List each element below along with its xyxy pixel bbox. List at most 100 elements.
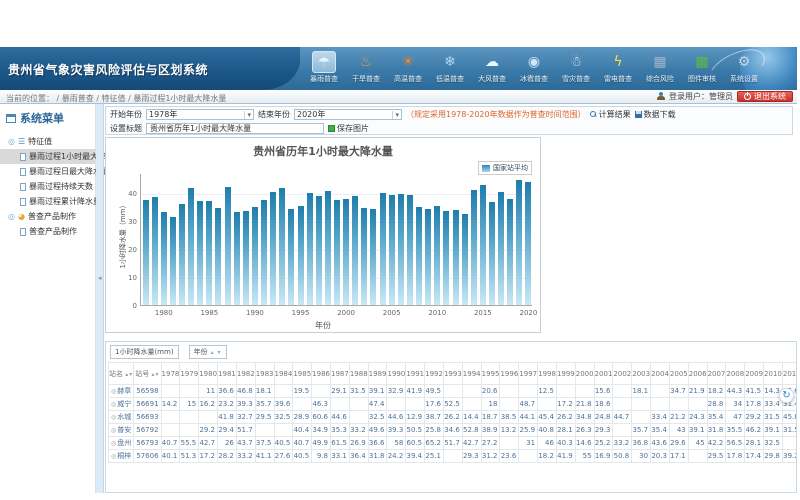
station-name-cell[interactable]: ◎桐梓: [109, 450, 134, 463]
nav-item-雪灾普查[interactable]: ☃雪灾普查: [555, 51, 597, 88]
radio-icon[interactable]: ◎: [111, 453, 116, 460]
col-header-year[interactable]: 2003: [632, 363, 651, 385]
col-header-year[interactable]: 2002: [613, 363, 632, 385]
col-header-year[interactable]: 1992: [425, 363, 444, 385]
col-header-year[interactable]: 1983: [255, 363, 274, 385]
station-name-cell[interactable]: ◎盘州: [109, 437, 134, 450]
col-header-year[interactable]: 1978: [161, 363, 180, 385]
table-row[interactable]: ◎威宁5669114.21516.223.239.335.739.646.347…: [109, 398, 798, 411]
col-header-station-name[interactable]: 站名 ▴▾: [109, 363, 134, 385]
value-cell: [651, 398, 670, 411]
table-row[interactable]: ◎盘州5679340.755.542.72643.737.540.540.749…: [109, 437, 798, 450]
station-name-cell[interactable]: ◎威宁: [109, 398, 134, 411]
col-header-year[interactable]: 1996: [500, 363, 519, 385]
col-header-year[interactable]: 2004: [651, 363, 670, 385]
col-header-year[interactable]: 1991: [406, 363, 425, 385]
calc-result-button[interactable]: 计算结果: [590, 109, 631, 120]
nav-item-图件审核[interactable]: ▩图件审核: [681, 51, 723, 88]
value-cell: 41.9: [406, 385, 425, 398]
collapse-icon[interactable]: ◎: [8, 212, 15, 221]
value-cell: 21.9: [688, 385, 707, 398]
data-download-button[interactable]: 数据下载: [635, 109, 676, 120]
col-header-year[interactable]: 2007: [707, 363, 726, 385]
col-header-year[interactable]: 1998: [538, 363, 557, 385]
col-header-year[interactable]: 2011: [782, 363, 797, 385]
station-name-cell[interactable]: ◎赫章: [109, 385, 134, 398]
radio-icon[interactable]: ◎: [111, 440, 116, 447]
col-header-year[interactable]: 1993: [443, 363, 462, 385]
col-header-year[interactable]: 1984: [274, 363, 293, 385]
col-header-year[interactable]: 1979: [180, 363, 199, 385]
col-header-year[interactable]: 2010: [764, 363, 783, 385]
value-cell: 17.2: [199, 450, 218, 463]
save-image-button[interactable]: 保存图片: [328, 123, 369, 134]
table-row[interactable]: ◎桐梓5760640.151.317.228.233.241.127.640.5…: [109, 450, 798, 463]
table-row[interactable]: ◎水城5669341.832.729.532.528.960.644.632.5…: [109, 411, 798, 424]
chart-bar: [307, 193, 313, 305]
logout-button[interactable]: 退出系统: [737, 91, 793, 102]
radio-icon[interactable]: ◎: [111, 401, 116, 408]
sidebar-item-暴雨过程日最大降水量[interactable]: 暴雨过程日最大降水量: [0, 164, 95, 179]
col-header-year[interactable]: 2006: [688, 363, 707, 385]
sort-icons[interactable]: ▴ ▾: [211, 349, 222, 356]
start-year-select[interactable]: 1978年 ▾: [146, 109, 254, 120]
col-header-year[interactable]: 2000: [575, 363, 594, 385]
nav-item-雷电普查[interactable]: ϟ雷电普查: [597, 51, 639, 88]
sidebar-item-暴雨过程1小时最大降水量[interactable]: 暴雨过程1小时最大降水量: [0, 149, 95, 164]
col-header-year[interactable]: 1995: [481, 363, 500, 385]
col-header-year[interactable]: 1987: [331, 363, 350, 385]
radio-icon[interactable]: ◎: [111, 414, 116, 421]
value-cell: 39.3: [387, 424, 406, 437]
col-header-year[interactable]: 2008: [726, 363, 745, 385]
col-header-year[interactable]: 2001: [594, 363, 613, 385]
radio-icon[interactable]: ◎: [111, 427, 116, 434]
nav-item-高温普查[interactable]: ☀高温普查: [387, 51, 429, 88]
col-header-year[interactable]: 1985: [293, 363, 312, 385]
sidebar-item-暴雨过程持续天数[interactable]: 暴雨过程持续天数: [0, 179, 95, 194]
value-cell: [443, 385, 462, 398]
col-header-year[interactable]: 1988: [349, 363, 368, 385]
sidebar-splitter[interactable]: ◂: [96, 104, 104, 493]
table-row[interactable]: ◎普安5679229.229.451.740.434.935.333.249.6…: [109, 424, 798, 437]
station-name-cell[interactable]: ◎普安: [109, 424, 134, 437]
table-row[interactable]: ◎赫章565981136.646.818.119.529.131.539.132…: [109, 385, 798, 398]
col-header-year[interactable]: 1990: [387, 363, 406, 385]
sidebar-tree: ◎☰特征值暴雨过程1小时最大降水量暴雨过程日最大降水量暴雨过程持续天数暴雨过程累…: [0, 134, 95, 239]
sidebar-item-暴雨过程累计降水量[interactable]: 暴雨过程累计降水量: [0, 194, 95, 209]
col-header-year[interactable]: 1994: [462, 363, 481, 385]
sort-icons[interactable]: ▴▾: [125, 371, 133, 378]
chart-title-input[interactable]: 贵州省历年1小时最大降水量: [146, 123, 324, 134]
station-name-cell[interactable]: ◎水城: [109, 411, 134, 424]
sidebar-item-普查产品制作[interactable]: 普查产品制作: [0, 224, 95, 239]
col-header-year[interactable]: 1997: [519, 363, 538, 385]
refresh-icon[interactable]: ↻: [779, 388, 794, 403]
data-table-panel: 1小时降水量(mm) 年份 ▴ ▾ 站名 ▴▾站号 ▴▾197819791980…: [105, 341, 797, 493]
end-year-select[interactable]: 2020年 ▾: [294, 109, 402, 120]
col-header-year[interactable]: 1982: [236, 363, 255, 385]
nav-item-系统设置[interactable]: ⚙系统设置: [723, 51, 765, 88]
value-cell: 40.7: [293, 437, 312, 450]
value-cell: 18.2: [707, 385, 726, 398]
value-cell: 49.6: [368, 424, 387, 437]
col-header-station-id[interactable]: 站号 ▴▾: [134, 363, 161, 385]
value-cell: [632, 398, 651, 411]
nav-item-干旱普查[interactable]: ♨干旱普查: [345, 51, 387, 88]
nav-item-低温普查[interactable]: ❄低温普查: [429, 51, 471, 88]
col-header-year[interactable]: 1981: [218, 363, 237, 385]
nav-item-冰雹普查[interactable]: ◉冰雹普查: [513, 51, 555, 88]
nav-item-综合风险[interactable]: ▦综合风险: [639, 51, 681, 88]
col-header-year[interactable]: 1980: [199, 363, 218, 385]
col-header-year[interactable]: 1986: [312, 363, 331, 385]
collapse-icon[interactable]: ◎: [8, 137, 15, 146]
nav-item-暴雨普查[interactable]: ☂暴雨普查: [303, 51, 345, 88]
sort-icons[interactable]: ▴▾: [152, 371, 160, 378]
col-header-year[interactable]: 2009: [745, 363, 764, 385]
year-sort-chip[interactable]: 年份 ▴ ▾: [189, 345, 227, 359]
col-header-year[interactable]: 1999: [556, 363, 575, 385]
col-header-year[interactable]: 1989: [368, 363, 387, 385]
sidebar-group-特征值[interactable]: ◎☰特征值: [0, 134, 95, 149]
nav-item-大风普查[interactable]: ☁大风普查: [471, 51, 513, 88]
sidebar-group-普查产品制作[interactable]: ◎◕普查产品制作: [0, 209, 95, 224]
col-header-year[interactable]: 2005: [669, 363, 688, 385]
radio-icon[interactable]: ◎: [111, 388, 116, 395]
